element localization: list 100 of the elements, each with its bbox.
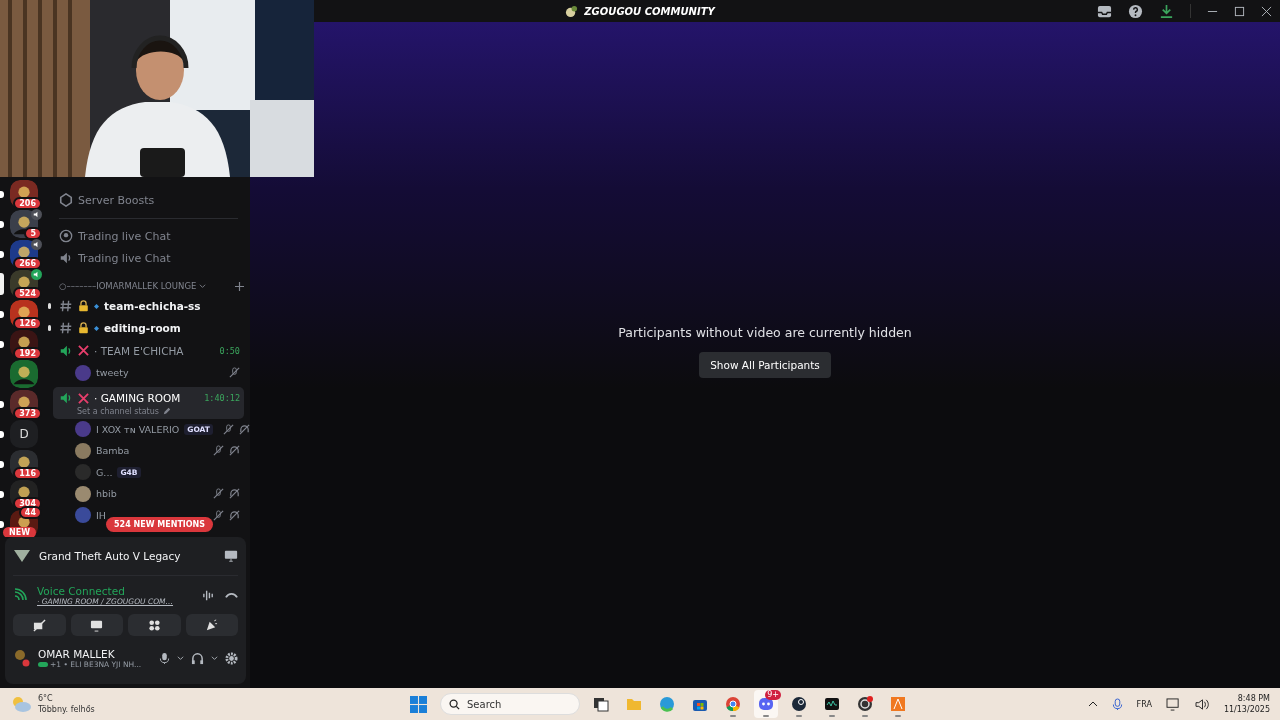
party-icon [205, 618, 219, 632]
task-view-icon [593, 696, 609, 712]
hashtag-icon [59, 299, 73, 313]
category-header[interactable]: ○–––––––IOMARMALLEK LOUNGE [59, 281, 197, 291]
search-field[interactable]: Search [440, 693, 580, 715]
cross-icon [78, 392, 89, 404]
avatar [75, 507, 91, 524]
grid-icon [147, 618, 161, 632]
language-indicator[interactable]: FRA [1136, 699, 1152, 709]
editor-icon [890, 696, 906, 712]
activity-title: Grand Theft Auto V Legacy [39, 550, 181, 562]
signal-icon [13, 588, 27, 602]
server-icon[interactable] [10, 360, 38, 388]
volume-icon[interactable] [1194, 697, 1210, 711]
call-timer: 1:40:12 [204, 393, 240, 403]
soundboard-button[interactable] [185, 614, 238, 636]
add-icon[interactable] [235, 281, 244, 291]
recorder-icon [857, 696, 873, 712]
chevron-icon [199, 282, 207, 290]
mention-badge: 524 [13, 287, 42, 300]
channel-name[interactable]: team-echicha-ss [104, 300, 201, 312]
mentions-pill[interactable]: 524 NEW MENTIONS [106, 517, 214, 532]
speaker-icon [59, 343, 73, 358]
user-name[interactable]: I XOX ᴛɴ VALERIO [96, 423, 180, 435]
network-icon[interactable] [1165, 697, 1181, 711]
server-icon [565, 4, 579, 18]
chevron-icon[interactable] [1087, 699, 1098, 709]
channel-status[interactable]: Set a channel status [77, 406, 159, 416]
clock-date[interactable]: 11/13/2025 [1223, 704, 1270, 715]
mention-badge: 266 [13, 257, 42, 270]
start-icon[interactable] [410, 695, 427, 713]
chevron-icon[interactable] [177, 654, 184, 662]
chevron-icon[interactable] [211, 654, 218, 662]
diamond-icon [94, 325, 99, 331]
game-launcher-icon [791, 696, 807, 712]
call-timer: 0:50 [219, 345, 240, 356]
browser-icon [725, 696, 741, 712]
microphone-icon[interactable] [1111, 697, 1123, 711]
channel-name: · GAMING ROOM [94, 392, 181, 404]
mention-badge: 373 [13, 407, 42, 420]
stage-icon [59, 229, 73, 243]
cross-icon [78, 345, 89, 356]
inbox-icon[interactable] [1097, 3, 1112, 19]
channel-name[interactable]: editing-room [104, 322, 181, 334]
pencil-icon[interactable] [162, 407, 171, 415]
selected-channel[interactable]: · GAMING ROOM 1:40:12 Set a channel status [53, 386, 244, 419]
mention-badge: 206 [13, 197, 42, 210]
avatar [13, 649, 31, 667]
server-icon[interactable]: D [10, 420, 38, 448]
settings-icon[interactable] [225, 651, 238, 665]
avatar [75, 485, 91, 502]
user-name[interactable]: IH [96, 509, 106, 521]
mention-badge: 192 [13, 347, 42, 360]
screen-share-icon[interactable] [224, 549, 238, 563]
close-icon[interactable] [1261, 5, 1272, 17]
user-name[interactable]: OMAR MALLEK [38, 647, 142, 660]
search-icon [449, 698, 460, 710]
clock-time[interactable]: 8:48 PM [1237, 693, 1270, 704]
weather-text: Többny. felhős [38, 704, 95, 715]
headphones-icon[interactable] [191, 651, 204, 665]
notice-text: Participants without video are currently hidden [618, 325, 912, 340]
screen-share-icon [90, 618, 104, 632]
speaker-icon [59, 251, 73, 265]
boost-icon [59, 193, 73, 207]
channel-item[interactable]: · TEAM E'CHICHA 0:50 [53, 339, 244, 362]
help-icon[interactable] [1128, 3, 1143, 19]
menu-item[interactable]: Server Boosts [53, 189, 244, 211]
camera-button[interactable] [13, 614, 66, 636]
browser-icon [659, 696, 675, 712]
speaker-icon [59, 391, 73, 405]
download-icon[interactable] [1159, 3, 1174, 19]
game-icon [13, 549, 31, 563]
avatar [75, 421, 91, 438]
share-screen-button[interactable] [70, 614, 123, 636]
monitor-app-icon [824, 696, 840, 712]
microphone-icon[interactable] [159, 651, 170, 665]
channel-item[interactable]: Trading live Chat [53, 247, 244, 269]
notification-badge: 9+ [765, 690, 781, 700]
taskbar-app[interactable]: 9+ [754, 690, 778, 718]
noise-suppression-icon[interactable] [202, 588, 215, 602]
user-name[interactable]: tweety [96, 367, 129, 379]
activities-button[interactable] [128, 614, 181, 636]
chat-app-icon [758, 696, 774, 712]
maximize-icon[interactable] [1234, 5, 1245, 17]
folder-icon [626, 696, 642, 712]
mention-badge: 116 [13, 467, 42, 480]
hashtag-icon [59, 321, 73, 335]
avatar [75, 442, 91, 459]
voice-status: Voice Connected [37, 584, 126, 597]
temperature: 6°C [38, 693, 54, 704]
channel-item[interactable]: Trading live Chat [53, 225, 244, 247]
user-name[interactable]: hbib [96, 488, 117, 500]
user-name[interactable]: Bamba [96, 445, 130, 457]
channel-name: · TEAM E'CHICHA [94, 344, 184, 357]
gamepad-icon [38, 660, 48, 668]
user-name[interactable]: G... [96, 466, 113, 478]
show-participants-button[interactable]: Show All Participants [699, 352, 831, 378]
diamond-icon [94, 303, 99, 309]
window-title: ZGOUGOU COMMUNITY [584, 5, 715, 17]
mention-badge: 126 [13, 317, 42, 330]
